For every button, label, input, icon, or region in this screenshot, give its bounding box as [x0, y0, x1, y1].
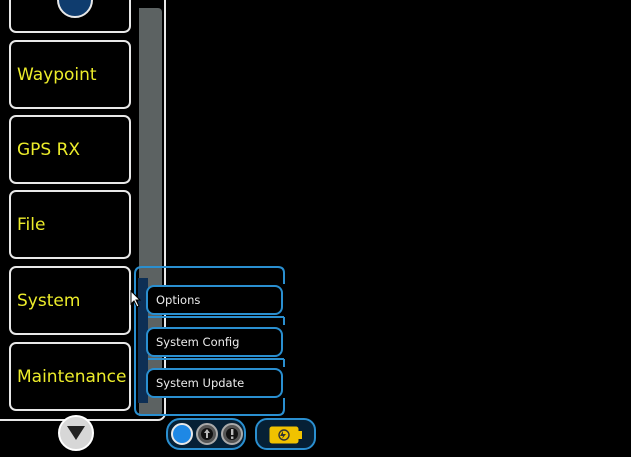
- menu-item-label: GPS RX: [17, 139, 81, 160]
- submenu-item-label: Options: [156, 293, 201, 307]
- mouse-cursor-icon: [130, 290, 142, 308]
- status-indicator-group[interactable]: [166, 418, 246, 450]
- menu-item-label: System: [17, 290, 81, 311]
- scroll-down-icon[interactable]: [58, 415, 94, 451]
- menu-item-maintenance[interactable]: Maintenance: [9, 342, 131, 411]
- menu-item-label: Maintenance: [17, 366, 127, 387]
- battery-status[interactable]: [255, 418, 316, 450]
- submenu-item-label: System Update: [156, 376, 245, 390]
- menu-item-gps-rx[interactable]: GPS RX: [9, 115, 131, 184]
- menu-item-file[interactable]: File: [9, 190, 131, 259]
- battery-charging-icon: [269, 426, 302, 444]
- alert-icon[interactable]: [221, 423, 243, 445]
- menu-item-label: File: [17, 214, 46, 235]
- submenu-item-system-update[interactable]: System Update: [146, 368, 283, 398]
- submenu-item-options[interactable]: Options: [146, 285, 283, 315]
- menu-item-waypoint[interactable]: Waypoint: [9, 40, 131, 109]
- menu-item-label: Waypoint: [17, 64, 97, 85]
- submenu-item-system-config[interactable]: System Config: [146, 327, 283, 357]
- menu-item-system[interactable]: System: [9, 266, 131, 335]
- submenu-item-label: System Config: [156, 335, 240, 349]
- info-icon[interactable]: [196, 423, 218, 445]
- status-dot-icon[interactable]: [171, 423, 193, 445]
